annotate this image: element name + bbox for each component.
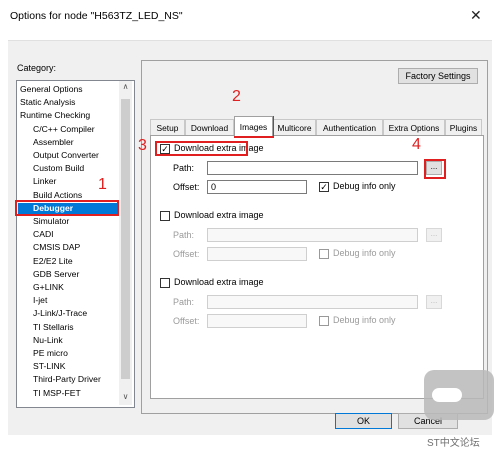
- debug-info-only-checkbox[interactable]: [319, 249, 329, 259]
- category-item[interactable]: Build Actions: [33, 190, 82, 201]
- offset-label: Offset:: [173, 249, 200, 259]
- category-item[interactable]: Third-Party Driver: [33, 374, 101, 385]
- download-extra-image-checkbox[interactable]: [160, 278, 170, 288]
- annotation-3: 3: [138, 137, 147, 154]
- tab-authentication[interactable]: Authentication: [316, 119, 383, 135]
- highlight-browse-button: [424, 159, 446, 179]
- annotation-2: 2: [232, 88, 241, 105]
- category-item[interactable]: Linker: [33, 176, 56, 187]
- category-item[interactable]: CADI: [33, 229, 54, 240]
- highlight-debugger: [15, 200, 119, 216]
- debug-info-only-label: Debug info only: [333, 248, 396, 258]
- category-item[interactable]: I-jet: [33, 295, 47, 306]
- category-label: Category:: [17, 63, 57, 73]
- path-input[interactable]: [207, 161, 418, 175]
- category-item[interactable]: General Options: [20, 84, 83, 95]
- path-label: Path:: [173, 163, 195, 173]
- tab-images[interactable]: Images: [234, 116, 273, 136]
- category-item[interactable]: Output Converter: [33, 150, 99, 161]
- tab-multicore[interactable]: Multicore: [273, 119, 316, 135]
- category-item[interactable]: G+LINK: [33, 282, 64, 293]
- category-item[interactable]: Static Analysis: [20, 97, 75, 108]
- window-title: Options for node "H563TZ_LED_NS": [10, 10, 183, 22]
- category-item[interactable]: TI MSP-FET: [33, 388, 81, 399]
- scroll-thumb[interactable]: [121, 99, 130, 379]
- offset-input[interactable]: 0: [207, 180, 307, 194]
- category-item[interactable]: Assembler: [33, 137, 74, 148]
- category-item[interactable]: C/C++ Compiler: [33, 124, 95, 135]
- watermark-text: ST中文论坛: [427, 438, 480, 449]
- category-item[interactable]: Nu-Link: [33, 335, 63, 346]
- annotation-1: 1: [98, 176, 107, 193]
- factory-settings-button[interactable]: Factory Settings: [398, 68, 478, 84]
- browse-button[interactable]: ...: [426, 228, 442, 242]
- category-item[interactable]: J-Link/J-Trace: [33, 308, 87, 319]
- category-item[interactable]: GDB Server: [33, 269, 79, 280]
- path-label: Path:: [173, 297, 195, 307]
- path-input[interactable]: [207, 295, 418, 309]
- category-item[interactable]: Runtime Checking: [20, 110, 90, 121]
- tab-download[interactable]: Download: [185, 119, 234, 135]
- offset-label: Offset:: [173, 316, 200, 326]
- debug-info-only-checkbox[interactable]: [319, 316, 329, 326]
- watermark-dots-icon: [432, 388, 462, 402]
- category-item[interactable]: Custom Build: [33, 163, 84, 174]
- category-item[interactable]: PE micro: [33, 348, 68, 359]
- scroll-up-icon[interactable]: ∧: [119, 82, 132, 94]
- close-icon[interactable]: ✕: [470, 7, 482, 24]
- highlight-download-checkbox: [155, 141, 248, 156]
- tab-extra-options[interactable]: Extra Options: [383, 119, 445, 135]
- category-list[interactable]: General Options Static Analysis Runtime Ch…: [16, 80, 135, 408]
- offset-input[interactable]: [207, 314, 307, 328]
- category-item[interactable]: E2/E2 Lite: [33, 256, 73, 267]
- offset-input[interactable]: [207, 247, 307, 261]
- download-extra-image-checkbox[interactable]: [160, 211, 170, 221]
- category-item[interactable]: ST-LINK: [33, 361, 65, 372]
- debug-info-only-label: Debug info only: [333, 315, 396, 325]
- annotation-4: 4: [412, 136, 421, 153]
- offset-label: Offset:: [173, 182, 200, 192]
- category-item[interactable]: TI Stellaris: [33, 322, 74, 333]
- category-item[interactable]: Simulator: [33, 216, 69, 227]
- tab-plugins[interactable]: Plugins: [445, 119, 482, 135]
- browse-button[interactable]: ...: [426, 295, 442, 309]
- category-item[interactable]: CMSIS DAP: [33, 242, 80, 253]
- download-extra-image-label: Download extra image: [174, 277, 264, 287]
- debug-info-only-label: Debug info only: [333, 181, 396, 191]
- path-input[interactable]: [207, 228, 418, 242]
- debug-info-only-checkbox[interactable]: ✓: [319, 182, 329, 192]
- ok-button[interactable]: OK: [335, 413, 392, 429]
- path-label: Path:: [173, 230, 195, 240]
- tab-setup[interactable]: Setup: [150, 119, 185, 135]
- scroll-down-icon[interactable]: ∨: [119, 392, 132, 404]
- download-extra-image-label: Download extra image: [174, 210, 264, 220]
